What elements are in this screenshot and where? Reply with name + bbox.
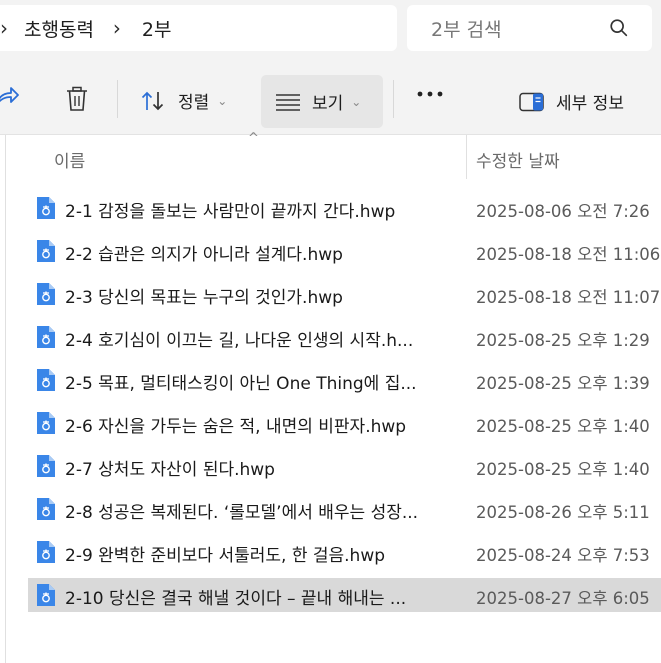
hwp-file-icon	[37, 283, 55, 305]
file-name: 2-10 당신은 결국 해낼 것이다 – 끝내 해내는 ...	[65, 589, 407, 609]
file-name: 2-7 상처도 자산이 된다.hwp	[65, 460, 275, 480]
search-icon[interactable]	[608, 17, 630, 39]
details-pane-icon	[519, 92, 544, 111]
view-list-icon	[276, 93, 300, 111]
hwp-file-icon	[37, 369, 55, 391]
details-label: 세부 정보	[556, 94, 624, 114]
sort-ascending-icon: ^	[248, 131, 259, 146]
file-row[interactable]: 2-7 상처도 자산이 된다.hwp 2025-08-25 오후 1:40	[28, 449, 661, 483]
chevron-right-icon[interactable]: ›	[106, 16, 128, 40]
command-bar: 정렬 ⌄ 보기 ⌄ 세부 정보	[0, 62, 661, 135]
view-label: 보기	[312, 94, 344, 114]
file-modified-date: 2025-08-18 오전 11:06	[476, 245, 661, 264]
file-modified-date: 2025-08-26 오후 5:11	[476, 503, 650, 522]
file-name: 2-6 자신을 가두는 숨은 적, 내면의 비판자.hwp	[65, 417, 407, 437]
details-button[interactable]: 세부 정보	[519, 89, 624, 114]
hwp-file-icon	[37, 326, 55, 348]
hwp-file-icon	[37, 240, 55, 262]
toolbar-separator	[117, 80, 118, 118]
hwp-file-icon	[37, 498, 55, 520]
file-row[interactable]: 2-8 성공은 복제된다. ‘롤모델’에서 배우는 성장... 2025-08-2…	[28, 492, 661, 526]
file-modified-date: 2025-08-27 오후 6:05	[476, 589, 650, 608]
file-name: 2-2 습관은 의지가 아니라 설계다.hwp	[65, 245, 343, 265]
file-modified-date: 2025-08-06 오전 7:26	[476, 202, 650, 221]
column-header-modified[interactable]: 수정한 날짜	[476, 147, 560, 172]
column-header-name[interactable]: 이름	[54, 147, 85, 172]
file-list: ^ 이름 수정한 날짜 2-1 감정을 돌보는 사람만이 끝까지 간다.hwp 2…	[0, 131, 661, 663]
file-modified-date: 2025-08-25 오후 1:40	[476, 460, 650, 479]
navigation-pane-border	[5, 135, 6, 663]
more-icon	[417, 91, 443, 97]
search-box[interactable]: 2부 검색	[407, 5, 652, 51]
file-modified-date: 2025-08-25 오후 1:29	[476, 331, 650, 350]
share-button[interactable]	[0, 84, 20, 110]
breadcrumb-item-root[interactable]: 초행동력	[10, 15, 106, 42]
hwp-file-icon	[37, 197, 55, 219]
file-row[interactable]: 2-6 자신을 가두는 숨은 적, 내면의 비판자.hwp 2025-08-25 …	[28, 406, 661, 440]
file-modified-date: 2025-08-25 오후 1:39	[476, 374, 650, 393]
file-row[interactable]: 2-2 습관은 의지가 아니라 설계다.hwp 2025-08-18 오전 11:…	[28, 234, 661, 268]
file-modified-date: 2025-08-18 오전 11:07	[476, 288, 661, 307]
hwp-file-icon	[37, 541, 55, 563]
file-name: 2-1 감정을 돌보는 사람만이 끝까지 간다.hwp	[65, 202, 396, 222]
file-row[interactable]: 2-4 호기심이 이끄는 길, 나다운 인생의 시작.h... 2025-08-2…	[28, 320, 661, 354]
sort-label: 정렬	[178, 93, 210, 113]
file-name: 2-8 성공은 복제된다. ‘롤모델’에서 배우는 성장...	[65, 503, 419, 523]
hwp-file-icon	[37, 455, 55, 477]
search-input[interactable]: 2부 검색	[431, 15, 608, 42]
view-button[interactable]: 보기 ⌄	[275, 89, 361, 114]
share-icon	[0, 87, 19, 103]
hwp-file-icon	[37, 584, 55, 606]
more-options-button[interactable]	[416, 90, 444, 98]
column-resize-handle[interactable]	[466, 135, 467, 179]
address-bar-row: › 초행동력 › 2부 2부 검색	[0, 0, 661, 62]
file-name: 2-9 완벽한 준비보다 서툴러도, 한 걸음.hwp	[65, 546, 386, 566]
file-name: 2-3 당신의 목표는 누구의 것인가.hwp	[65, 288, 343, 308]
breadcrumb-item-current[interactable]: 2부	[128, 15, 184, 42]
breadcrumb[interactable]: › 초행동력 › 2부	[0, 5, 397, 51]
chevron-down-icon: ⌄	[217, 93, 228, 108]
chevron-down-icon: ⌄	[351, 94, 362, 109]
file-name: 2-5 목표, 멀티태스킹이 아닌 One Thing에 집...	[65, 374, 417, 394]
file-modified-date: 2025-08-24 오후 7:53	[476, 546, 650, 565]
file-row[interactable]: 2-1 감정을 돌보는 사람만이 끝까지 간다.hwp 2025-08-06 오전…	[28, 191, 661, 225]
toolbar-separator	[393, 80, 394, 118]
file-modified-date: 2025-08-25 오후 1:40	[476, 417, 650, 436]
file-row[interactable]: 2-10 당신은 결국 해낼 것이다 – 끝내 해내는 ... 2025-08-2…	[28, 578, 661, 612]
trash-icon	[67, 86, 87, 111]
sort-button[interactable]: 정렬 ⌄	[141, 88, 227, 113]
file-row[interactable]: 2-9 완벽한 준비보다 서툴러도, 한 걸음.hwp 2025-08-24 오후…	[28, 535, 661, 569]
file-row[interactable]: 2-5 목표, 멀티태스킹이 아닌 One Thing에 집... 2025-08…	[28, 363, 661, 397]
file-name: 2-4 호기심이 이끄는 길, 나다운 인생의 시작.h...	[65, 331, 414, 351]
sort-icon	[141, 91, 164, 110]
column-header-row: ^ 이름 수정한 날짜	[0, 131, 661, 179]
file-row[interactable]: 2-3 당신의 목표는 누구의 것인가.hwp 2025-08-18 오전 11:…	[28, 277, 661, 311]
delete-button[interactable]	[65, 86, 89, 112]
chevron-right-icon[interactable]: ›	[0, 16, 10, 40]
hwp-file-icon	[37, 412, 55, 434]
